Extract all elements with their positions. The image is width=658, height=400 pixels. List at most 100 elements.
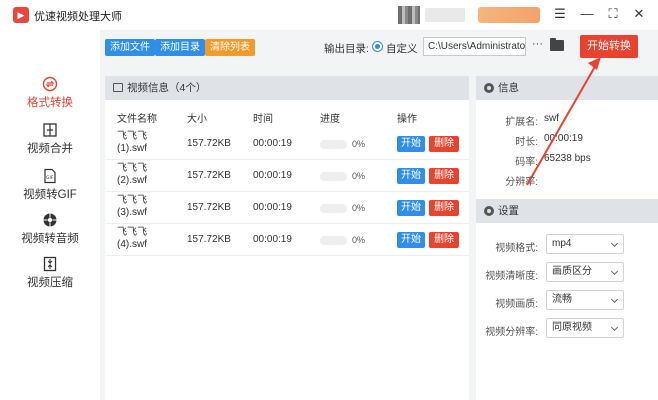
video-format-label: 视频格式: [495,243,538,254]
gif-icon: GIF [44,168,56,184]
add-file-button[interactable]: 添加文件 [105,39,155,56]
column-header-actions: 操作 [397,114,417,125]
output-path-field[interactable]: C:\Users\Administrator\ [423,37,526,56]
gear-icon [484,206,494,216]
video-resolution-select[interactable]: 同原视频 [546,318,624,338]
column-header-size: 大小 [187,114,207,125]
progress-bar [320,204,347,213]
main-content: 添加文件 添加目录 清除列表 输出目录: 自定义 C:\Users\Admini… [100,30,658,400]
app-logo-icon: ▶ [13,7,29,23]
start-row-button[interactable]: 开始 [397,200,425,216]
add-folder-button[interactable]: 添加目录 [155,39,205,56]
file-duration: 00:00:19 [253,202,292,213]
progress-bar [320,140,347,149]
file-name: 飞飞飞 (2).swf [117,163,147,186]
progress-bar [320,236,347,245]
video-format-value: mp4 [552,238,572,249]
progress-bar [320,172,347,181]
delete-row-button[interactable]: 删除 [429,168,459,184]
video-resolution-label: 视频分辨率: [485,327,538,338]
start-row-button[interactable]: 开始 [397,168,425,184]
compress-icon [43,256,57,272]
sidebar-item-label: 视频压缩 [27,277,73,289]
file-size: 157.72KB [187,138,231,149]
video-format-select[interactable]: mp4 [546,234,624,254]
info-title: 信息 [498,82,519,94]
file-name: 飞飞飞 (3).swf [117,195,147,218]
sidebar-item-merge[interactable]: 视频合并 [0,122,100,156]
audio-icon [43,213,57,227]
video-clarity-select[interactable]: 画质区分 [546,262,624,282]
start-convert-button[interactable]: 开始转换 [580,35,638,58]
sidebar-item-gif[interactable]: GIF 视频转GIF [0,168,100,202]
table-row[interactable]: 飞飞飞 (3).swf 157.72KB 00:00:19 0% 开始 删除 [105,192,469,224]
file-size: 157.72KB [187,234,231,245]
merge-icon [43,123,57,137]
vip-badge-blurred[interactable] [478,7,540,23]
sidebar-item-label: 视频合并 [27,143,73,155]
minimize-icon[interactable]: — [578,6,596,21]
menu-icon[interactable]: ☰ [551,6,569,22]
user-name-blurred [425,8,465,22]
delete-row-button[interactable]: 删除 [429,232,459,248]
more-options-button[interactable]: ··· [532,38,543,50]
info-duration-value: 00:00:19 [544,133,583,144]
progress-percent: 0% [352,139,366,149]
clear-list-button[interactable]: 清除列表 [205,39,255,56]
file-duration: 00:00:19 [253,138,292,149]
file-duration: 00:00:19 [253,170,292,181]
custom-output-radio[interactable] [372,41,383,52]
format-convert-icon [42,76,58,92]
video-info-header: 视频信息（4个） [105,76,469,100]
video-clarity-label: 视频清晰度: [485,271,538,282]
progress-percent: 0% [352,203,366,213]
output-dir-label: 输出目录: [324,43,369,55]
folder-icon[interactable] [550,38,564,51]
video-quality-label: 视频画质: [495,299,538,310]
video-quality-select[interactable]: 流畅 [546,290,624,310]
table-row[interactable]: 飞飞飞 (4).swf 157.72KB 00:00:19 0% 开始 删除 [105,224,469,256]
file-name: 飞飞飞 (1).swf [117,131,147,154]
custom-output-label: 自定义 [386,43,418,55]
delete-row-button[interactable]: 删除 [429,136,459,152]
delete-row-button[interactable]: 删除 [429,200,459,216]
settings-header: 设置 [476,199,658,223]
image-icon [113,83,123,92]
column-header-progress: 进度 [320,114,340,125]
info-ext-label: 扩展名: [505,117,538,128]
table-row[interactable]: 飞飞飞 (2).swf 157.72KB 00:00:19 0% 开始 删除 [105,160,469,192]
progress-percent: 0% [352,171,366,181]
file-duration: 00:00:19 [253,234,292,245]
svg-text:GIF: GIF [46,175,54,181]
table-row[interactable]: 飞飞飞 (1).swf 157.72KB 00:00:19 0% 开始 删除 [105,128,469,160]
info-bitrate-value: 65238 bps [544,153,591,164]
close-icon[interactable]: ✕ [630,6,648,22]
title-bar: ▶ 优速视频处理大师 ☰ — ⛶ ✕ [0,0,658,30]
column-header-name: 文件名称 [117,114,157,125]
column-header-time: 时间 [253,114,273,125]
info-resolution-label: 分辨率: [505,177,538,188]
user-avatar[interactable] [398,6,420,24]
info-duration-label: 时长: [515,137,538,148]
video-resolution-value: 同原视频 [552,322,592,333]
sidebar-item-compress[interactable]: 视频压缩 [0,256,100,290]
start-row-button[interactable]: 开始 [397,232,425,248]
info-header: 信息 [476,76,658,100]
chevron-down-icon [610,323,619,332]
maximize-icon[interactable]: ⛶ [604,6,622,22]
settings-title: 设置 [498,205,519,217]
chevron-down-icon [610,267,619,276]
video-info-title: 视频信息（4个） [127,82,207,94]
chevron-down-icon [610,239,619,248]
file-size: 157.72KB [187,170,231,181]
file-name: 飞飞飞 (4).swf [117,227,147,250]
video-quality-value: 流畅 [552,294,572,305]
sidebar-item-format-convert[interactable]: 格式转换 [0,76,100,110]
app-title: 优速视频处理大师 [34,11,122,23]
sidebar-item-audio[interactable]: 视频转音频 [0,212,100,246]
info-ext-value: swf [544,113,559,124]
chevron-down-icon [610,295,619,304]
sidebar-item-label: 格式转换 [27,97,73,109]
video-clarity-value: 画质区分 [552,266,592,277]
start-row-button[interactable]: 开始 [397,136,425,152]
